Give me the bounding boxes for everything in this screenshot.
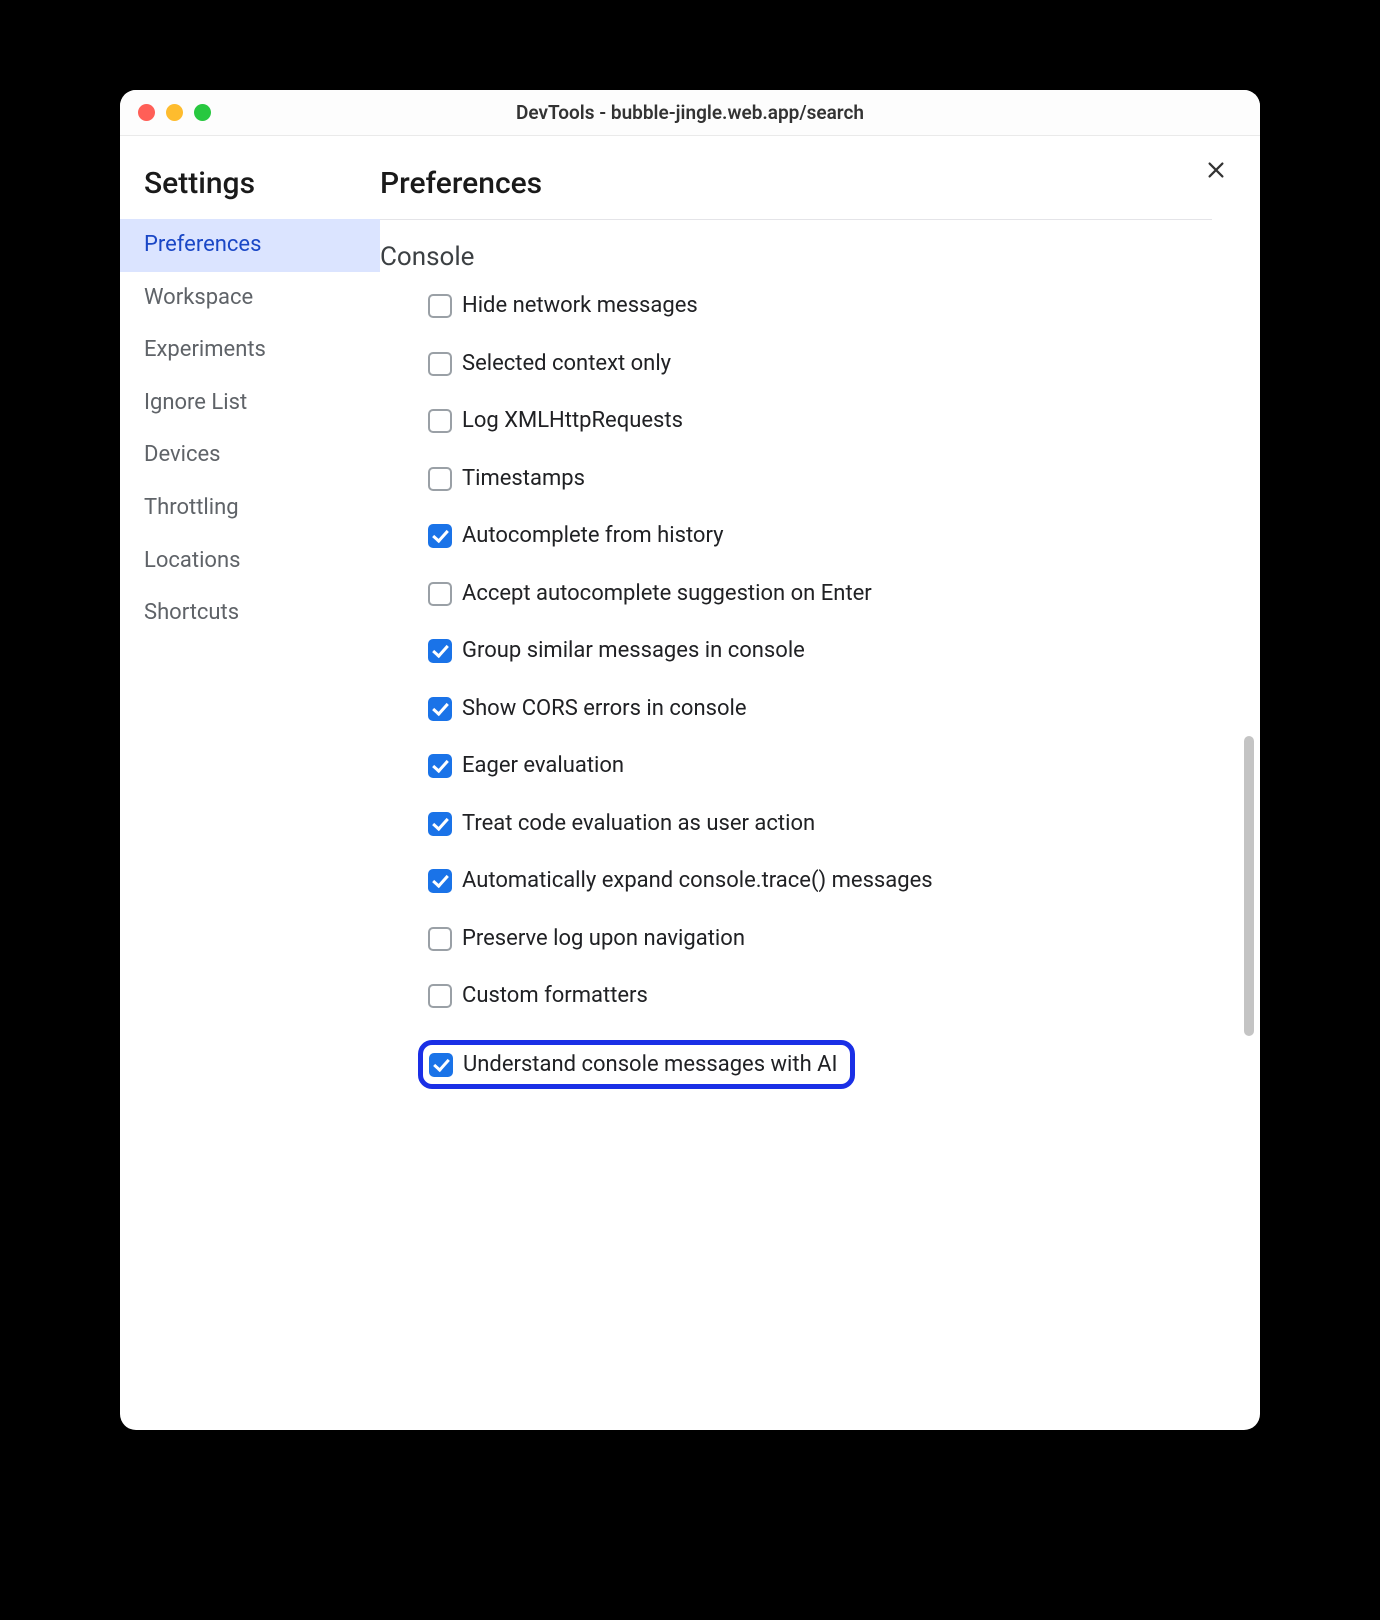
checkbox-selected-context-only[interactable] [428,352,452,376]
sidebar-item-ignore-list[interactable]: Ignore List [120,377,380,430]
checkbox-automatically-expand-console-trace-messages[interactable] [428,869,452,893]
settings-sidebar: Settings PreferencesWorkspaceExperiments… [120,136,380,1430]
sidebar-title: Settings [120,166,380,219]
sidebar-item-shortcuts[interactable]: Shortcuts [120,587,380,640]
option-eager-evaluation[interactable]: Eager evaluation [428,752,1220,780]
page-title: Preferences [380,166,1212,220]
sidebar-item-experiments[interactable]: Experiments [120,324,380,377]
option-understand-console-messages-with-ai[interactable]: Understand console messages with AI [418,1040,855,1090]
checkbox-eager-evaluation[interactable] [428,754,452,778]
checkbox-accept-autocomplete-suggestion-on-enter[interactable] [428,582,452,606]
window-zoom-button[interactable] [194,104,211,121]
option-selected-context-only[interactable]: Selected context only [428,350,1220,378]
checkbox-custom-formatters[interactable] [428,984,452,1008]
traffic-lights [138,104,211,121]
option-hide-network-messages[interactable]: Hide network messages [428,292,1220,320]
option-log-xmlhttprequests[interactable]: Log XMLHttpRequests [428,407,1220,435]
option-label: Eager evaluation [462,752,624,780]
window-minimize-button[interactable] [166,104,183,121]
devtools-window: DevTools - bubble-jingle.web.app/search … [120,90,1260,1430]
option-label: Group similar messages in console [462,637,805,665]
sidebar-item-throttling[interactable]: Throttling [120,482,380,535]
checkbox-hide-network-messages[interactable] [428,294,452,318]
option-label: Log XMLHttpRequests [462,407,683,435]
window-body: Settings PreferencesWorkspaceExperiments… [120,136,1260,1430]
option-label: Hide network messages [462,292,698,320]
option-label: Timestamps [462,465,585,493]
option-label: Automatically expand console.trace() mes… [462,867,933,895]
checkbox-treat-code-evaluation-as-user-action[interactable] [428,812,452,836]
option-group-similar-messages-in-console[interactable]: Group similar messages in console [428,637,1220,665]
sidebar-item-locations[interactable]: Locations [120,535,380,588]
console-options-list: Hide network messages Selected context on… [380,292,1220,1089]
option-automatically-expand-console-trace-messages[interactable]: Automatically expand console.trace() mes… [428,867,1220,895]
option-label: Custom formatters [462,982,648,1010]
option-show-cors-errors-in-console[interactable]: Show CORS errors in console [428,695,1220,723]
option-label: Accept autocomplete suggestion on Enter [462,580,872,608]
window-title: DevTools - bubble-jingle.web.app/search [120,101,1260,124]
option-label: Understand console messages with AI [463,1051,838,1079]
option-label: Autocomplete from history [462,522,724,550]
checkbox-log-xmlhttprequests[interactable] [428,409,452,433]
sidebar-item-preferences[interactable]: Preferences [120,219,380,272]
sidebar-item-workspace[interactable]: Workspace [120,272,380,325]
checkbox-preserve-log-upon-navigation[interactable] [428,927,452,951]
sidebar-item-devices[interactable]: Devices [120,429,380,482]
option-custom-formatters[interactable]: Custom formatters [428,982,1220,1010]
checkbox-understand-console-messages-with-ai[interactable] [429,1053,453,1077]
option-label: Selected context only [462,350,671,378]
option-autocomplete-from-history[interactable]: Autocomplete from history [428,522,1220,550]
checkbox-timestamps[interactable] [428,467,452,491]
option-accept-autocomplete-suggestion-on-enter[interactable]: Accept autocomplete suggestion on Enter [428,580,1220,608]
checkbox-show-cors-errors-in-console[interactable] [428,697,452,721]
window-close-button[interactable] [138,104,155,121]
option-preserve-log-upon-navigation[interactable]: Preserve log upon navigation [428,925,1220,953]
option-treat-code-evaluation-as-user-action[interactable]: Treat code evaluation as user action [428,810,1220,838]
settings-main: Preferences Console Hide network message… [380,136,1260,1430]
option-label: Treat code evaluation as user action [462,810,815,838]
checkbox-group-similar-messages-in-console[interactable] [428,639,452,663]
option-label: Preserve log upon navigation [462,925,745,953]
scrollbar-thumb[interactable] [1244,736,1254,1036]
option-timestamps[interactable]: Timestamps [428,465,1220,493]
option-label: Show CORS errors in console [462,695,747,723]
checkbox-autocomplete-from-history[interactable] [428,524,452,548]
titlebar: DevTools - bubble-jingle.web.app/search [120,90,1260,136]
section-title-console: Console [380,242,1220,272]
